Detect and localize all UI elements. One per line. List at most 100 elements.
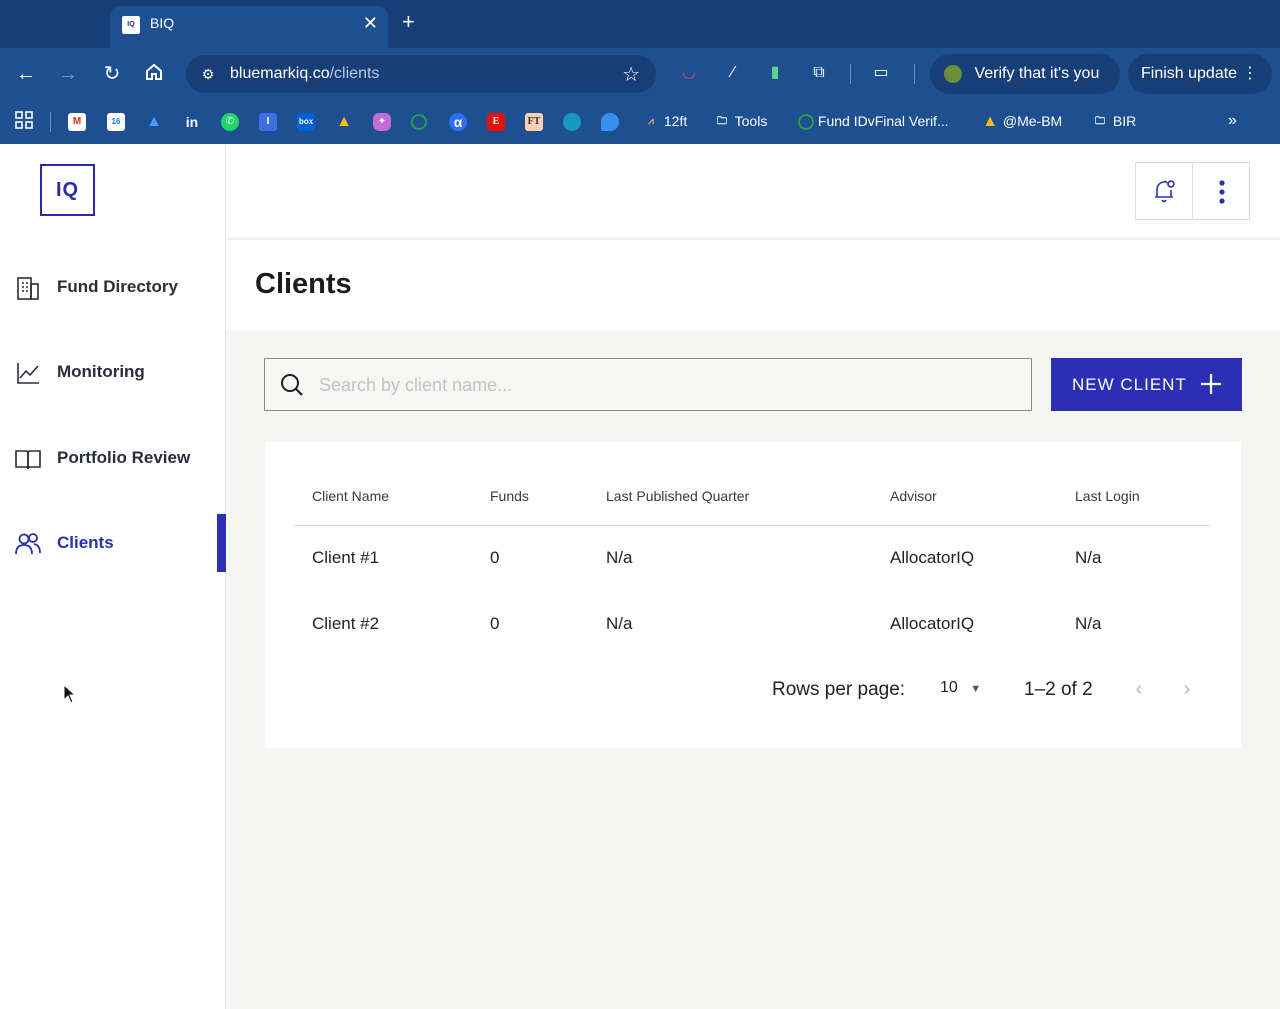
cell-last-login: N/a (1075, 548, 1102, 567)
url-text[interactable]: bluemarkiq.co/clients (230, 65, 379, 83)
sidebar-item-label: Portfolio Review (57, 448, 191, 467)
salesforce-icon[interactable] (563, 110, 581, 132)
screen-search-icon[interactable]: ▭ (870, 62, 892, 84)
sidebar-item-monitoring[interactable]: Monitoring (0, 343, 226, 401)
tab-title: BIQ (150, 15, 175, 31)
pagination-range: 1–2 of 2 (1024, 679, 1093, 700)
book-icon (15, 450, 41, 470)
search-icon (281, 374, 303, 396)
users-icon (15, 533, 41, 555)
linkedin-icon[interactable]: in (183, 110, 201, 132)
more-options-button[interactable] (1192, 162, 1250, 220)
close-tab-icon[interactable]: ✕ (363, 13, 378, 34)
alpha-icon[interactable]: α (449, 110, 467, 132)
column-header-last-published-quarter[interactable]: Last Published Quarter (606, 488, 749, 504)
loader-ring-icon[interactable] (411, 110, 427, 132)
table-row[interactable]: Client #2 0 N/a AllocatorIQ N/a (265, 592, 1241, 658)
new-client-label: NEW CLIENT (1072, 374, 1187, 394)
line-chart-icon (17, 363, 39, 384)
new-client-button[interactable]: NEW CLIENT (1051, 358, 1242, 411)
cell-last-published-quarter: N/a (606, 614, 633, 633)
verify-identity-button[interactable]: Verify that it's you (930, 54, 1120, 94)
new-tab-icon[interactable]: + (402, 10, 415, 34)
extensions-puzzle-icon[interactable]: ⧉ (808, 62, 830, 84)
cell-last-published-quarter: N/a (606, 548, 633, 567)
bookmark-me-bm[interactable]: ▲ @Me-BM (981, 110, 1062, 132)
caret-down-icon: ▼ (970, 683, 982, 695)
forward-icon[interactable]: → (56, 62, 80, 86)
page-header: Clients (226, 240, 1280, 330)
sidebar-item-fund-directory[interactable]: Fund Directory (0, 258, 226, 316)
box-icon[interactable]: box (297, 110, 315, 132)
app-header (226, 144, 1280, 239)
toolbar-separator (914, 64, 915, 84)
bookmark-fund-id[interactable]: Fund IDvFinal Verif... (798, 110, 949, 132)
site-settings-icon[interactable]: ⚙ (198, 64, 218, 84)
cell-advisor: AllocatorIQ (890, 548, 975, 567)
sidebar-item-label: Clients (57, 533, 114, 552)
column-header-funds[interactable]: Funds (490, 488, 529, 504)
notifications-button[interactable] (1135, 162, 1193, 220)
eyedropper-icon[interactable]: ⁄ (722, 62, 744, 84)
calendar-icon[interactable]: 16 (107, 110, 125, 132)
cell-client-name[interactable]: Client #1 (312, 548, 379, 568)
toolbar-separator (850, 64, 851, 84)
bookmark-folder-bir[interactable]: 🗀 BIR (1091, 110, 1136, 132)
sidebar-item-label: Monitoring (57, 362, 145, 381)
google-drive-icon: ▲ (982, 113, 998, 131)
kebab-menu-icon[interactable]: ⋮ (1242, 54, 1258, 94)
column-header-advisor[interactable]: Advisor (890, 488, 937, 504)
browser-tab[interactable]: IQ BIQ ✕ (110, 6, 388, 48)
address-bar[interactable]: ⚙ bluemarkiq.co/clients ☆ (186, 55, 656, 93)
folder-icon: 🗀 (1095, 116, 1105, 128)
gmail-icon[interactable]: M (68, 110, 86, 132)
copilot-icon[interactable]: ✦ (373, 110, 391, 132)
economist-icon[interactable]: E (487, 110, 505, 132)
home-icon[interactable] (142, 62, 166, 86)
extension-green-icon[interactable]: ▮ (764, 62, 786, 84)
atlassian-icon[interactable]: ▲ (145, 110, 163, 132)
apps-grid-icon[interactable] (14, 110, 34, 132)
table-row[interactable]: Client #1 0 N/a AllocatorIQ N/a (265, 526, 1241, 592)
browser-chrome: IQ BIQ ✕ + ← → ↻ ⚙ bluemarkiq.co/clients… (0, 0, 1280, 144)
bookmark-12ft[interactable]: ⩘ 12ft (642, 110, 687, 132)
financial-times-icon[interactable]: FT (525, 110, 543, 132)
more-bookmarks-icon[interactable]: » (1228, 110, 1237, 132)
bookmark-star-icon[interactable]: ☆ (622, 62, 640, 87)
finish-update-button[interactable]: Finish update ⋮ (1128, 54, 1272, 94)
sidebar: IQ Fund Directory Monitoring Portfolio R… (0, 144, 226, 1009)
google-drive-icon[interactable]: ▲ (335, 110, 353, 132)
whatsapp-icon[interactable]: ✆ (221, 110, 239, 132)
browser-toolbar: ← → ↻ ⚙ bluemarkiq.co/clients ☆ ◡ ⁄ ▮ ⧉ … (0, 48, 1280, 100)
cell-advisor: AllocatorIQ (890, 614, 975, 633)
cell-funds: 0 (490, 548, 500, 567)
search-input[interactable] (319, 369, 1009, 401)
previous-page-button[interactable]: ‹ (1127, 677, 1151, 701)
active-indicator (217, 514, 226, 572)
column-header-client-name[interactable]: Client Name (312, 488, 389, 504)
page-title: Clients (255, 268, 352, 300)
client-search-box[interactable] (264, 358, 1032, 411)
rows-per-page-select[interactable]: 10 ▼ (940, 679, 981, 697)
cell-funds: 0 (490, 614, 500, 633)
sidebar-item-clients[interactable]: Clients (0, 514, 226, 572)
clients-table: Client Name Funds Last Published Quarter… (265, 442, 1241, 748)
cell-client-name[interactable]: Client #2 (312, 614, 379, 634)
next-page-button[interactable]: › (1175, 677, 1199, 701)
company-logo[interactable]: IQ (40, 164, 95, 216)
bookmarks-separator (50, 112, 51, 132)
reload-icon[interactable]: ↻ (100, 62, 124, 86)
bell-icon (1155, 180, 1175, 203)
instapaper-icon[interactable]: I (259, 110, 277, 132)
building-icon (17, 277, 39, 300)
pocket-icon[interactable]: ◡ (678, 62, 700, 84)
plus-icon (1201, 374, 1221, 394)
chevron-left-icon: ‹ (1135, 678, 1143, 700)
bookmark-folder-tools[interactable]: 🗀 Tools (713, 110, 767, 132)
back-icon[interactable]: ← (14, 62, 38, 86)
rows-per-page-label: Rows per page: (772, 679, 906, 700)
sidebar-item-portfolio-review[interactable]: Portfolio Review (0, 429, 226, 487)
rows-per-page-value: 10 (940, 679, 958, 696)
edge-swirl-icon[interactable] (601, 110, 619, 132)
column-header-last-login[interactable]: Last Login (1075, 488, 1140, 504)
